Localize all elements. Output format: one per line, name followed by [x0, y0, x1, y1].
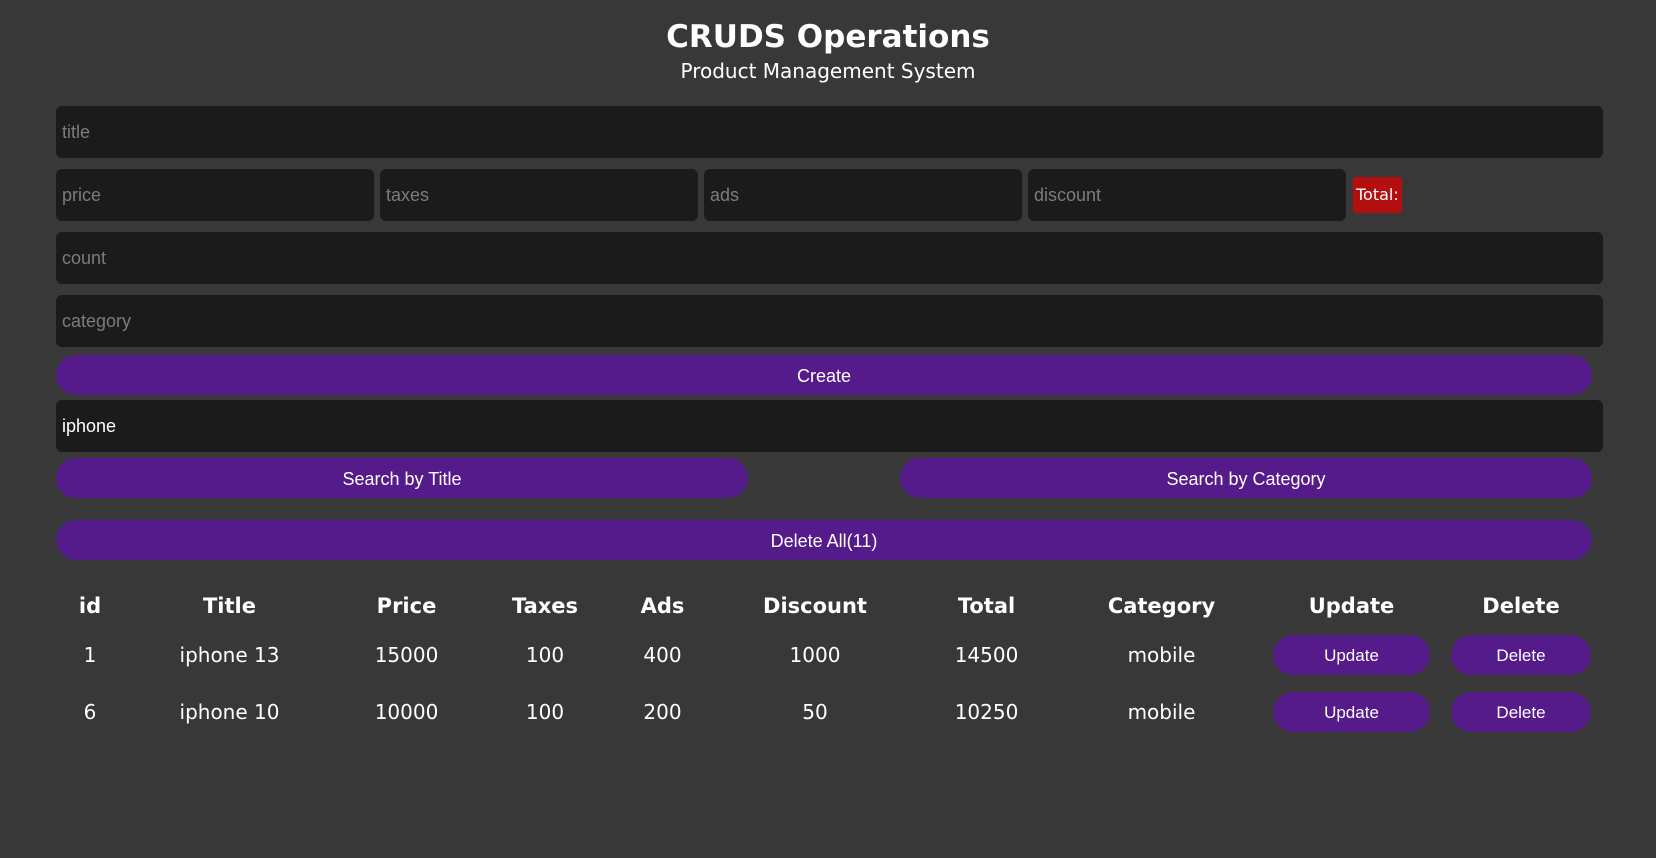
cell-delete: Delete [1436, 626, 1606, 683]
search-by-title-button[interactable]: Search by Title [56, 458, 748, 498]
cell-ads: 400 [643, 642, 682, 667]
cell-taxes: 100 [525, 699, 565, 724]
cell-title: iphone 13 [179, 642, 280, 667]
table-row: 6 iphone 10 10000 100 200 50 10250 mobil… [56, 683, 1606, 740]
cell-total: 14500 [954, 642, 1019, 667]
search-buttons: Search by Title Search by Category [56, 458, 1592, 498]
header-price: Price [376, 594, 437, 618]
header-ads: Ads [640, 594, 685, 618]
price-row: Total: [56, 169, 1603, 221]
cell-id: 6 [83, 699, 97, 724]
cell-category: mobile [1127, 642, 1196, 667]
delete-all-button[interactable]: Delete All(11) [56, 520, 1592, 560]
delete-button[interactable]: Delete [1451, 634, 1591, 675]
search-input[interactable] [56, 400, 1603, 452]
cell-update: Update [1267, 626, 1436, 683]
header-total: Total [957, 594, 1016, 618]
delete-button[interactable]: Delete [1451, 691, 1591, 732]
taxes-input[interactable] [380, 169, 698, 221]
search-by-category-button[interactable]: Search by Category [900, 458, 1592, 498]
cell-title: iphone 10 [179, 699, 280, 724]
cell-update: Update [1267, 683, 1436, 740]
cell-total: 10250 [954, 699, 1019, 724]
category-input[interactable] [56, 295, 1603, 347]
header-title: Title [202, 594, 256, 618]
title-input[interactable] [56, 106, 1603, 158]
page-subtitle: Product Management System [680, 59, 976, 83]
page-title: CRUDS Operations [666, 19, 990, 55]
ads-input[interactable] [704, 169, 1022, 221]
cell-delete: Delete [1436, 683, 1606, 740]
products-table: id Title Price Taxes Ads Discount Total … [56, 586, 1606, 740]
cell-taxes: 100 [525, 642, 565, 667]
price-input[interactable] [56, 169, 374, 221]
count-input[interactable] [56, 232, 1603, 284]
cell-discount: 50 [802, 699, 828, 724]
cell-category: mobile [1127, 699, 1196, 724]
header-taxes: Taxes [511, 594, 579, 618]
header-category: Category [1107, 594, 1216, 618]
cell-id: 1 [83, 642, 97, 667]
cell-price: 15000 [374, 642, 439, 667]
header-id: id [78, 594, 102, 618]
page-header: CRUDS Operations Product Management Syst… [0, 0, 1656, 85]
header-update: Update [1308, 594, 1395, 618]
header-delete: Delete [1482, 594, 1560, 618]
update-button[interactable]: Update [1273, 634, 1430, 675]
total-badge: Total: [1353, 177, 1402, 213]
update-button[interactable]: Update [1273, 691, 1430, 732]
table-row: 1 iphone 13 15000 100 400 1000 14500 mob… [56, 626, 1606, 683]
header-discount: Discount [763, 594, 867, 618]
discount-input[interactable] [1028, 169, 1346, 221]
cell-discount: 1000 [789, 642, 841, 667]
create-button[interactable]: Create [56, 355, 1592, 395]
cell-price: 10000 [374, 699, 439, 724]
cell-ads: 200 [643, 699, 682, 724]
table-header-row: id Title Price Taxes Ads Discount Total … [56, 586, 1606, 626]
product-form: Total: Create Search by Title Search by … [56, 106, 1603, 560]
